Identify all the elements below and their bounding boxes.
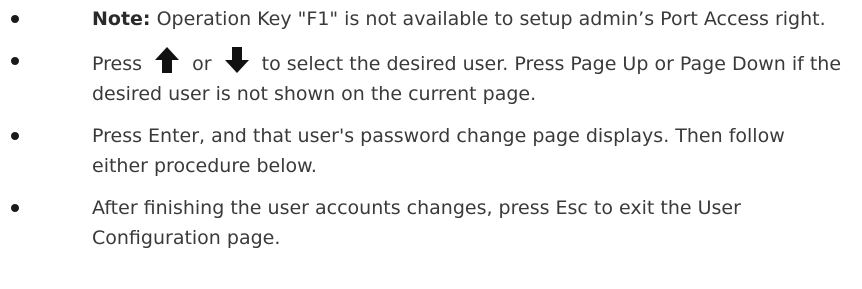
list-item-enter: Press Enter, and that user's password ch… — [0, 121, 862, 181]
arrow-down-icon — [224, 46, 250, 74]
list-item-exit: After finishing the user accounts change… — [0, 193, 862, 253]
bullet-icon — [11, 132, 19, 140]
bullet-list: Note: Operation Key "F1" is not availabl… — [0, 0, 862, 253]
arrow-up-icon — [154, 46, 180, 74]
note-text: Operation Key "F1" is not available to s… — [150, 8, 826, 30]
or-text: or — [192, 53, 212, 75]
enter-text: Press Enter, and that user's password ch… — [92, 125, 785, 177]
list-item-note: Note: Operation Key "F1" is not availabl… — [0, 4, 862, 34]
bullet-icon — [11, 204, 19, 212]
bullet-icon — [11, 57, 19, 65]
exit-text: After finishing the user accounts change… — [92, 197, 741, 249]
press-text: Press — [92, 53, 143, 75]
bullet-icon — [11, 15, 19, 23]
list-item-navigation: Press or to select the desired user. Pre… — [0, 46, 862, 109]
note-label: Note: — [92, 8, 151, 30]
